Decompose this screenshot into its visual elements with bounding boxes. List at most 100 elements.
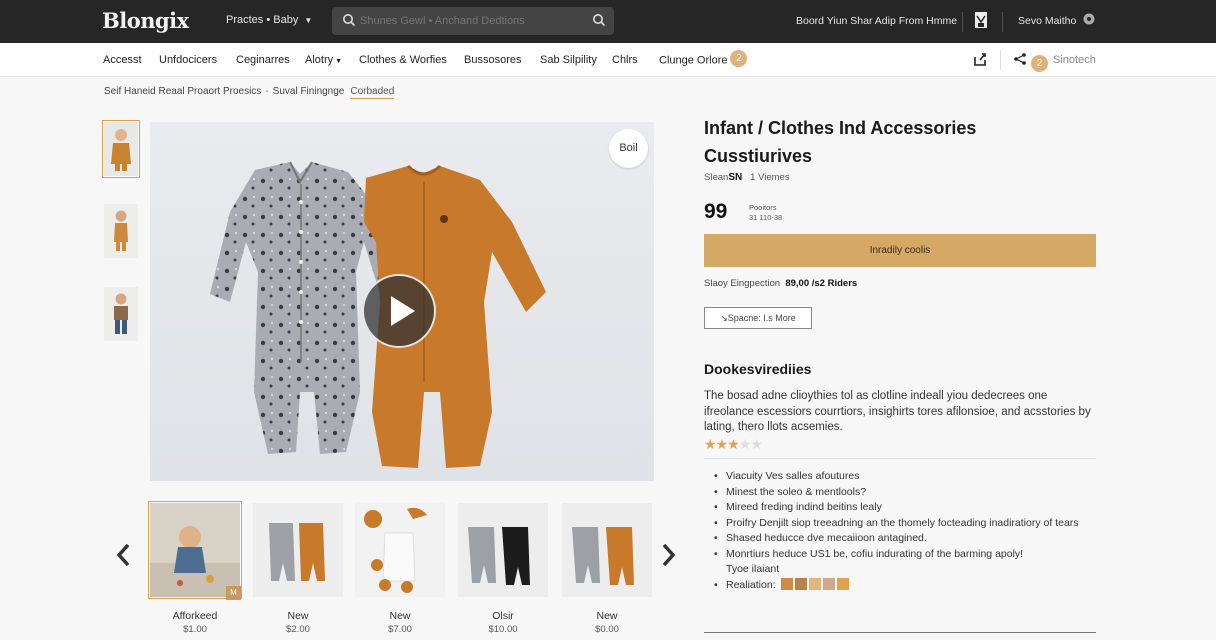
price-note-line: Pooitors bbox=[749, 203, 777, 212]
category-select[interactable]: Practes • Baby ▼ bbox=[226, 14, 312, 26]
thumb-caption: New bbox=[596, 610, 618, 622]
nav-item-label: Clunge Orlore bbox=[659, 54, 728, 67]
color-swatch[interactable] bbox=[836, 577, 849, 590]
thumb-caption: Olsir bbox=[492, 610, 514, 622]
meta-views: 1 Viemes bbox=[750, 172, 790, 183]
meta-value: SN bbox=[728, 172, 743, 183]
nav-item-categories[interactable]: Ceginarres bbox=[236, 54, 290, 66]
share-icon[interactable] bbox=[1013, 52, 1027, 66]
nav-item-accessories[interactable]: Accesst bbox=[103, 54, 142, 66]
chevron-down-icon: ▼ bbox=[304, 16, 313, 25]
list-item: Monrtiurs heduce US1 be, cofiu induratin… bbox=[714, 547, 1094, 563]
thumb-price: $1.00 bbox=[183, 624, 207, 635]
toddler-image bbox=[104, 287, 138, 341]
star-icon: ★ bbox=[704, 436, 717, 452]
top-bar: Blongix Practes • Baby ▼ Boord Yiun Shar … bbox=[0, 0, 1216, 43]
search-submit-icon[interactable] bbox=[592, 13, 606, 27]
thumb-caption: New bbox=[287, 610, 309, 622]
gallery-thumb[interactable] bbox=[458, 503, 548, 597]
divider bbox=[704, 458, 1096, 459]
gallery-thumb[interactable] bbox=[104, 204, 138, 258]
nav-item-change-orders[interactable]: Clunge Orlore 2 bbox=[659, 50, 748, 67]
color-swatch[interactable] bbox=[822, 577, 835, 590]
list-item: Tyoe ilaiant bbox=[726, 563, 780, 575]
product-title-line: Cusstiurives bbox=[704, 146, 813, 166]
onesies-grey-black-image bbox=[458, 503, 548, 597]
export-icon[interactable] bbox=[972, 51, 988, 67]
search-input[interactable] bbox=[360, 13, 590, 29]
swatch-label: Realiation: bbox=[726, 578, 776, 591]
baby-standing-image bbox=[104, 204, 138, 258]
nav-item-clothes[interactable]: Clothes & Worfies bbox=[359, 54, 447, 66]
nav-item-chairs[interactable]: Chlrs bbox=[612, 54, 638, 66]
see-more-button[interactable]: ↘Spacne: I.s More bbox=[704, 307, 812, 329]
nav-item-label: Alotry bbox=[305, 54, 334, 66]
gallery-thumb[interactable] bbox=[355, 503, 445, 597]
thumb-caption: New bbox=[389, 610, 411, 622]
baby-orange-outfit-image bbox=[104, 122, 138, 176]
divider bbox=[962, 12, 963, 32]
breadcrumb: Seif Haneid Reaal Proaort Proesics - Suval… bbox=[104, 86, 395, 99]
thumb-price: $2.00 bbox=[286, 624, 310, 635]
star-icon: ★ bbox=[738, 436, 752, 452]
list-item: Mireed freding indind beitins lealy bbox=[714, 500, 1094, 516]
list-item: Realiation: bbox=[714, 577, 1094, 594]
gallery-thumb[interactable] bbox=[104, 287, 138, 341]
baby-sitting-image bbox=[150, 503, 240, 597]
star-icon: ★ bbox=[715, 436, 729, 452]
list-item: Minest the soleo & mentlools? bbox=[714, 485, 1094, 501]
list-item: Proifry Denjilt siop treeadning an the t… bbox=[714, 516, 1094, 532]
promo-link[interactable]: Boord Yiun Shar Adip From Hmme bbox=[796, 15, 957, 27]
star-icon: ★ bbox=[750, 436, 763, 452]
product-price: 99 bbox=[704, 200, 728, 223]
nav-item-right[interactable]: Sinotech bbox=[1053, 54, 1096, 66]
coin-badge: 2 bbox=[730, 50, 748, 67]
product-meta: SleanSN 1 Viemes bbox=[704, 172, 790, 183]
nav-item-underwear[interactable]: Unfdocicers bbox=[159, 54, 217, 66]
rating-stars: ★★★★★ bbox=[704, 436, 763, 453]
breadcrumb-link[interactable]: Seif Haneid Reaal Proaort Proesics bbox=[104, 86, 261, 97]
chevron-down-icon: ▼ bbox=[335, 58, 343, 65]
nav-item-accessories-2[interactable]: Bussosores bbox=[464, 54, 521, 66]
product-description: The bosad adne clioythies tol as clotlin… bbox=[704, 390, 1091, 433]
search-box[interactable] bbox=[332, 7, 614, 35]
store-icon[interactable] bbox=[974, 11, 988, 29]
star-icon: ★ bbox=[727, 436, 740, 452]
gallery-thumb[interactable] bbox=[148, 501, 242, 599]
list-item: Shased heducce dve mecaiioon antagined. bbox=[714, 531, 1094, 547]
thumb-caption: Afforkeed bbox=[172, 610, 218, 622]
product-badge: Boil bbox=[609, 129, 648, 168]
chevron-right-icon[interactable] bbox=[656, 537, 680, 573]
onesies-pair-image bbox=[253, 503, 343, 597]
color-swatch[interactable] bbox=[794, 577, 807, 590]
list-item: Viacuity Ves salles afoutures bbox=[714, 469, 1094, 485]
color-swatch[interactable] bbox=[780, 577, 793, 590]
product-title-line: Infant / Clothes Ind Accessories bbox=[704, 118, 977, 138]
gallery-thumb[interactable] bbox=[562, 503, 652, 597]
accessories-set-image bbox=[355, 503, 445, 597]
play-video-button[interactable] bbox=[362, 274, 436, 348]
settings-icon[interactable] bbox=[1082, 12, 1096, 26]
color-swatch[interactable] bbox=[808, 577, 821, 590]
thumb-price: $10.00 bbox=[488, 624, 518, 635]
feature-list: Viacuity Ves salles afoutures Minest the… bbox=[714, 469, 1094, 593]
gallery-thumb[interactable] bbox=[253, 503, 343, 597]
breadcrumb-separator: - bbox=[265, 86, 269, 97]
breadcrumb-current: Corbaded bbox=[350, 86, 395, 99]
search-icon bbox=[343, 14, 356, 27]
nav-item-shipping[interactable]: Sab Silpility bbox=[540, 54, 597, 66]
site-logo[interactable]: Blongix bbox=[102, 8, 189, 33]
nav-item-dropdown[interactable]: Alotry ▼ bbox=[305, 54, 342, 66]
add-to-cart-button[interactable]: Inradily coolis bbox=[704, 234, 1096, 267]
category-select-label: Practes • Baby bbox=[226, 14, 299, 26]
breadcrumb-link[interactable]: Suval Finingnge bbox=[273, 86, 345, 97]
coin-badge: 2 bbox=[1031, 55, 1048, 72]
divider bbox=[1002, 12, 1003, 32]
category-nav: Accesst Unfdocicers Ceginarres Alotry ▼ C… bbox=[0, 43, 1216, 77]
chevron-left-icon[interactable] bbox=[112, 537, 136, 573]
onesies-pair-image-2 bbox=[562, 503, 652, 597]
user-name[interactable]: Sevo Maitho bbox=[1018, 15, 1076, 27]
section-title: Dookesvirediies bbox=[704, 361, 812, 377]
gallery-thumb[interactable] bbox=[102, 120, 140, 178]
shipping-label: Slaoy Eingpection bbox=[704, 278, 781, 289]
